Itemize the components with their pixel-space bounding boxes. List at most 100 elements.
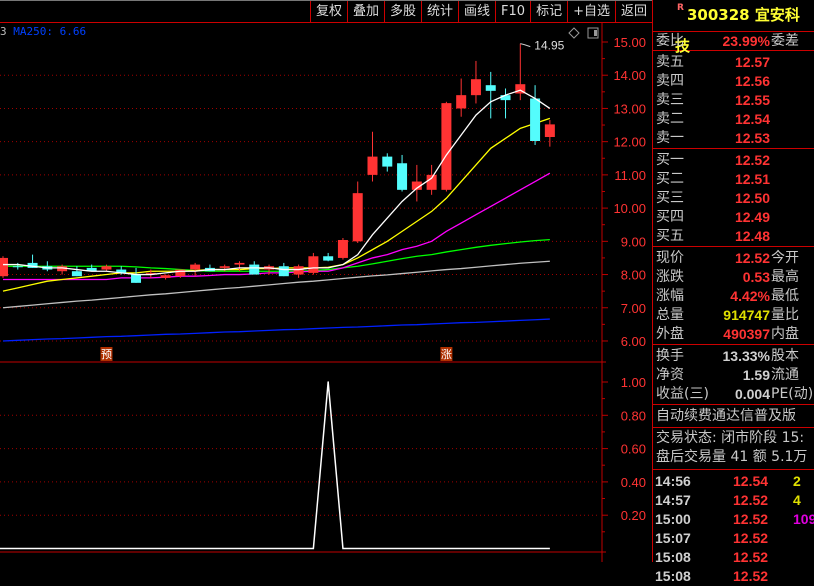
candle-up	[190, 264, 201, 270]
tick-row: 15:07 12.52	[653, 529, 814, 548]
row-label: 涨跌	[656, 269, 684, 285]
quote-row: 涨幅 4.42% 最低	[653, 287, 814, 306]
tick-time: 15:08	[655, 568, 691, 584]
candle-down	[485, 85, 496, 91]
y-tick-label: 14.00	[613, 68, 646, 83]
y-tick-label: 12.00	[613, 135, 646, 150]
stock-title: R 300328 宜安科技	[653, 0, 814, 55]
row-label: 现价	[656, 250, 684, 266]
candle-up	[352, 193, 363, 242]
ma-legend: 3 MA250: 6.66	[0, 25, 86, 38]
row-right-label: 股本	[771, 348, 799, 364]
candle-down	[397, 163, 408, 190]
ma10-line	[2, 117, 551, 292]
ma5-line	[3, 89, 551, 276]
y-tick-label: 7.00	[621, 301, 646, 316]
candle-down	[71, 271, 82, 277]
row-value: 0.53	[742, 269, 770, 285]
tick-time: 15:08	[655, 549, 691, 565]
ma20-line	[3, 172, 551, 281]
row-value: 1.59	[742, 367, 770, 383]
tick-price: 12.52	[733, 511, 769, 527]
toolbar-button-4[interactable]: 画线	[458, 1, 495, 23]
candle-up	[441, 103, 452, 190]
row-value: 12.53	[734, 130, 770, 146]
quote-row: 买五 12.48	[653, 227, 814, 246]
row-value: 12.55	[734, 92, 770, 108]
indicator-tick-label: 0.20	[621, 508, 646, 523]
row-value: 12.48	[734, 228, 770, 244]
notice-text[interactable]: 自动续费通达信普及版	[656, 405, 796, 428]
candle-up	[367, 156, 378, 175]
row-label: 收益(三)	[656, 386, 709, 402]
row-label: 卖二	[656, 111, 684, 127]
toolbar-button-6[interactable]: 标记	[530, 1, 567, 23]
candle-down	[500, 95, 511, 101]
row-value: 12.54	[734, 111, 770, 127]
tick-list: 14:56 12.54 2 14:57 12.52 4 15:00 12.52 109 15:07…	[653, 469, 814, 586]
quote-row: 涨跌 0.53 最高	[653, 268, 814, 287]
row-value: 12.49	[734, 209, 770, 225]
row-value: 12.52	[734, 250, 770, 266]
candle-up	[234, 262, 245, 265]
candle-up	[308, 256, 319, 273]
row-value: 12.50	[734, 190, 770, 206]
tick-row: 15:08 12.52	[653, 567, 814, 586]
quote-row: 卖四 12.56	[653, 72, 814, 91]
toolbar-button-1[interactable]: 叠加	[346, 1, 384, 23]
tick-price: 12.52	[733, 492, 769, 508]
row-value: 914747	[723, 307, 770, 323]
quote-row: 卖三 12.55	[653, 91, 814, 110]
stock-code: 300328	[687, 6, 750, 24]
toolbar-button-3[interactable]: 统计	[421, 1, 458, 23]
notice-row[interactable]: 自动续费通达信普及版	[653, 404, 814, 427]
trade-status: 交易状态: 闭市阶段 15:	[656, 430, 805, 446]
row-label: 卖四	[656, 73, 684, 89]
y-tick-label: 8.00	[621, 268, 646, 283]
row-label: 买二	[656, 171, 684, 187]
toolbar-button-0[interactable]: 复权	[309, 1, 347, 23]
quote-row: 换手 13.33% 股本	[653, 347, 814, 366]
toolbar-button-8[interactable]: 返回	[614, 1, 652, 23]
indicator-line	[0, 381, 550, 550]
webi-value: 23.99%	[722, 33, 770, 49]
y-tick-label: 11.00	[614, 168, 646, 183]
row-right-label: 内盘	[771, 326, 799, 342]
r-mark: R	[677, 3, 684, 13]
row-label: 总量	[656, 307, 684, 323]
quote-stats: 现价 12.52 今开 涨跌 0.53 最高 涨幅 4.42% 最低 总量 914747 量比 外盘 49…	[653, 246, 814, 344]
row-label: 卖五	[656, 54, 684, 70]
quote-row: 净资 1.59 流通	[653, 366, 814, 385]
candle-up	[101, 266, 112, 270]
candle-up	[175, 269, 186, 277]
tick-price: 12.52	[733, 568, 769, 584]
indicator-point	[327, 381, 329, 383]
row-label: 买五	[656, 228, 684, 244]
tick-price: 12.52	[733, 549, 769, 565]
row-right-label: 最低	[771, 288, 799, 304]
row-value: 12.52	[734, 152, 770, 168]
toolbar-button-5[interactable]: F10	[495, 1, 530, 23]
y-tick-label: 15.00	[613, 35, 646, 50]
row-label: 买四	[656, 209, 684, 225]
row-label: 净资	[656, 367, 684, 383]
row-value: 0.004	[734, 386, 770, 402]
row-label: 涨幅	[656, 288, 684, 304]
tick-volume: 4	[793, 492, 801, 508]
quote-row: 买一 12.52	[653, 151, 814, 170]
toolbar-button-7[interactable]: +自选	[567, 1, 615, 23]
candle-up	[293, 266, 304, 275]
row-right-label: 今开	[771, 250, 799, 266]
candle-up	[0, 257, 8, 277]
toolbar-button-2[interactable]: 多股	[383, 1, 421, 23]
weicha-label: 委差	[771, 33, 799, 49]
y-tick-label: 13.00	[613, 101, 646, 116]
candle-down	[530, 98, 541, 141]
kline-chart[interactable]: 15.00 14.00 13.00 12.00 11.00 10.00 9.00 8.00 7.…	[0, 0, 652, 562]
quote-row: 现价 12.52 今开	[653, 249, 814, 268]
quote-row: 总量 914747 量比	[653, 306, 814, 325]
tick-row: 15:00 12.52 109	[653, 510, 814, 529]
tick-time: 14:56	[655, 473, 691, 489]
diamond-icon[interactable]	[568, 27, 580, 39]
row-right-label: 流通	[771, 367, 799, 383]
